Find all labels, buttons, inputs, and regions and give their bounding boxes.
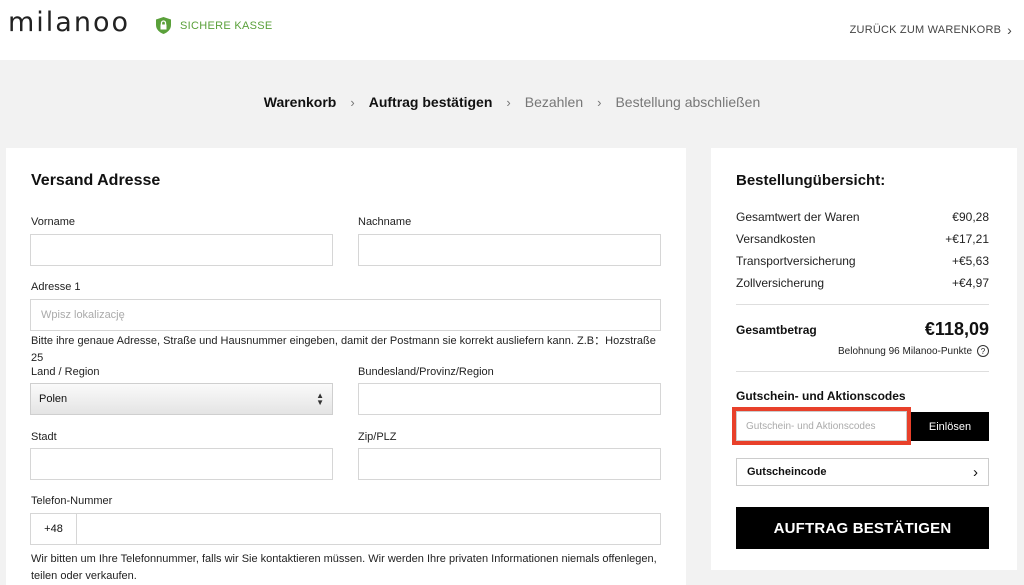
total-label: Gesamtbetrag <box>736 322 817 337</box>
summary-row-goods: Gesamtwert der Waren €90,28 <box>736 210 989 224</box>
step-confirm-order: Auftrag bestätigen <box>368 94 493 110</box>
summary-row-label: Gesamtwert der Waren <box>736 210 860 224</box>
address-label: Adresse 1 <box>31 281 81 293</box>
summary-row-value: €90,28 <box>952 210 989 224</box>
coupon-title: Gutschein- und Aktionscodes <box>736 389 906 403</box>
back-to-cart-link[interactable]: ZURÜCK ZUM WARENKORB › <box>850 22 1012 38</box>
firstname-input[interactable] <box>30 234 333 266</box>
address-hint: Bitte ihre genaue Adresse, Straße und Ha… <box>31 335 656 364</box>
phone-input[interactable] <box>77 514 660 544</box>
select-arrows-icon: ▲ ▼ <box>316 391 324 407</box>
country-label: Land / Region <box>31 366 100 378</box>
shipping-address-title: Versand Adresse <box>31 172 161 189</box>
summary-row-shipping: Versandkosten +€17,21 <box>736 232 989 246</box>
summary-row-value: +€17,21 <box>945 232 989 246</box>
summary-row-value: +€5,63 <box>951 254 989 268</box>
city-label: Stadt <box>31 431 57 443</box>
summary-row-label: Zollversicherung <box>736 276 825 290</box>
secure-checkout-label: SICHERE KASSE <box>180 19 273 32</box>
phone-label: Telefon-Nummer <box>31 495 113 507</box>
country-select-value: Polen <box>39 393 68 405</box>
redeem-button[interactable]: Einlösen <box>911 412 989 441</box>
phone-field: +48 <box>30 513 661 545</box>
checkout-steps: Warenkorb › Auftrag bestätigen › Bezahle… <box>0 94 1024 110</box>
address-input[interactable] <box>30 299 661 331</box>
step-separator-icon: › <box>506 94 511 110</box>
order-summary-panel: Bestellungübersicht: Gesamtwert der Ware… <box>711 148 1017 570</box>
phone-prefix[interactable]: +48 <box>31 514 77 544</box>
country-select[interactable]: Polen ▲ ▼ <box>30 383 333 415</box>
lastname-label: Nachname <box>358 216 412 228</box>
firstname-label: Vorname <box>31 216 76 228</box>
order-summary-title: Bestellungübersicht: <box>736 172 886 189</box>
summary-row-label: Versandkosten <box>736 232 816 246</box>
secure-checkout-badge: SICHERE KASSE <box>156 17 273 34</box>
summary-row-transport-insurance: Transportversicherung +€5,63 <box>736 254 989 268</box>
step-payment: Bezahlen <box>524 94 584 110</box>
summary-row-value: +€4,97 <box>951 276 989 290</box>
summary-row-label: Transportversicherung <box>736 254 856 268</box>
lastname-input[interactable] <box>358 234 661 266</box>
zip-label: Zip/PLZ <box>358 431 397 443</box>
reward-points-text: Belohnung 96 Milanoo-Punkte <box>838 345 972 357</box>
coupon-input[interactable] <box>736 411 907 441</box>
confirm-order-button[interactable]: AUFTRAG BESTÄTIGEN <box>736 507 989 549</box>
voucher-code-label: Gutscheincode <box>747 466 827 478</box>
summary-row-customs-insurance: Zollversicherung +€4,97 <box>736 276 989 290</box>
step-complete-order: Bestellung abschließen <box>615 94 761 110</box>
milanoo-logo[interactable]: milanoo <box>8 7 130 38</box>
chevron-right-icon: › <box>1007 22 1012 38</box>
shield-lock-icon <box>156 17 171 34</box>
voucher-code-toggle[interactable]: Gutscheincode › <box>736 458 989 486</box>
summary-divider <box>736 304 989 305</box>
help-icon[interactable]: ? <box>977 345 989 357</box>
summary-divider <box>736 371 989 372</box>
step-separator-icon: › <box>350 94 355 110</box>
shipping-address-panel: Versand Adresse Vorname Nachname Adresse… <box>6 148 686 585</box>
city-input[interactable] <box>30 448 333 480</box>
total-value: €118,09 <box>924 319 989 339</box>
phone-hint: Wir bitten um Ihre Telefonnummer, falls … <box>31 553 657 582</box>
coupon-highlight <box>732 407 911 445</box>
state-input[interactable] <box>358 383 661 415</box>
step-cart[interactable]: Warenkorb <box>264 94 337 110</box>
chevron-right-icon: › <box>973 463 978 481</box>
zip-input[interactable] <box>358 448 661 480</box>
top-bar: milanoo SICHERE KASSE ZURÜCK ZUM WARENKO… <box>0 0 1024 60</box>
reward-points: Belohnung 96 Milanoo-Punkte ? <box>838 345 989 357</box>
state-label: Bundesland/Provinz/Region <box>358 366 494 378</box>
back-to-cart-label: ZURÜCK ZUM WARENKORB <box>849 24 1002 36</box>
total-row: Gesamtbetrag €118,09 <box>736 319 989 340</box>
step-separator-icon: › <box>597 94 602 110</box>
